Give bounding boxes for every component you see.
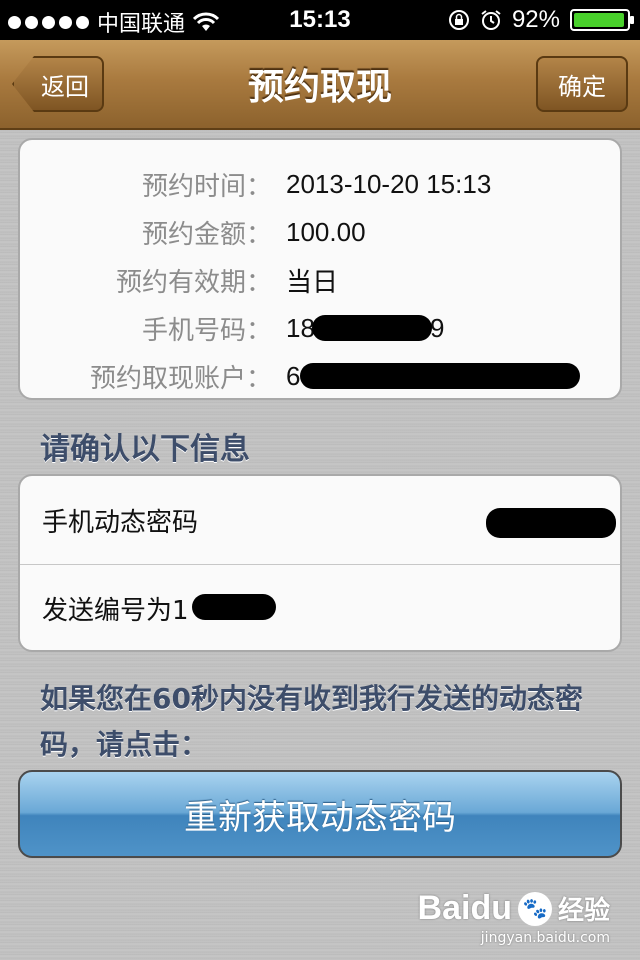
navigation-bar: 返回 预约取现 确定 xyxy=(0,40,640,130)
section-title: 请确认以下信息 xyxy=(40,432,250,467)
confirm-info-card: 手机动态密码 发送编号为1 xyxy=(18,474,622,652)
detail-value: 18 9 xyxy=(286,313,466,344)
detail-row-validity: 预约有效期： 当日 xyxy=(20,256,620,304)
account-number: 6 xyxy=(286,360,301,391)
reservation-details-card: 预约时间： 2013-10-20 15:13 预约金额： 100.00 预约有效… xyxy=(18,138,622,400)
status-bar: 中国联通 15:13 92% xyxy=(0,0,640,40)
detail-row-time: 预约时间： 2013-10-20 15:13 xyxy=(20,160,620,208)
watermark-brand-cn: 经验 xyxy=(557,896,610,926)
alarm-icon xyxy=(481,10,501,30)
paw-icon: 🐾 xyxy=(517,891,552,926)
battery-icon xyxy=(570,9,634,31)
detail-label: 预约有效期： xyxy=(115,267,272,298)
watermark-brand: Baidu xyxy=(417,889,512,927)
detail-value: 6 xyxy=(286,361,582,392)
send-number-label: 发送编号为1 xyxy=(42,595,189,626)
redaction-mark xyxy=(192,594,276,620)
otp-row[interactable]: 手机动态密码 xyxy=(20,476,620,565)
phone-number-end: 9 xyxy=(430,312,445,343)
redaction-mark xyxy=(300,362,580,389)
rotation-lock-icon xyxy=(448,10,469,30)
phone-number-start: 18 xyxy=(286,312,315,343)
detail-label: 预约取现账户： xyxy=(89,363,272,394)
detail-label: 预约金额： xyxy=(141,219,272,250)
detail-row-phone: 手机号码： 18 9 xyxy=(20,304,620,352)
battery-percent: 92% xyxy=(511,6,560,33)
confirm-button[interactable]: 确定 xyxy=(536,56,628,112)
redaction-mark xyxy=(312,314,432,341)
detail-row-account: 预约取现账户： 6 xyxy=(20,352,620,400)
detail-value: 2013-10-20 15:13 xyxy=(286,168,492,199)
watermark-url: jingyan.baidu.com xyxy=(480,930,610,946)
otp-input-redacted[interactable] xyxy=(486,508,616,538)
detail-value: 当日 xyxy=(286,267,339,298)
detail-value: 100.00 xyxy=(286,216,366,247)
detail-label: 预约时间： xyxy=(141,171,272,202)
watermark: Baidu 🐾 经验 jingyan.baidu.com xyxy=(418,889,610,946)
resend-notice: 如果您在60秒内没有收到我行发送的动态密码，请点击： xyxy=(40,682,583,761)
send-number-row: 发送编号为1 xyxy=(20,564,620,652)
detail-row-amount: 预约金额： 100.00 xyxy=(20,208,620,256)
resend-otp-button[interactable]: 重新获取动态密码 xyxy=(18,770,622,858)
detail-label: 手机号码： xyxy=(141,315,272,346)
otp-label: 手机动态密码 xyxy=(42,507,199,538)
